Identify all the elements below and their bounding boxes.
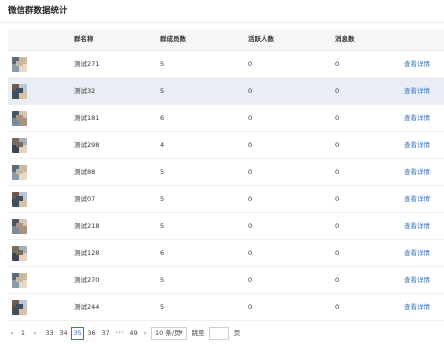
group-avatar bbox=[12, 138, 27, 153]
page-37[interactable]: 37 bbox=[99, 327, 112, 340]
title-divider bbox=[0, 22, 444, 23]
group-avatar bbox=[12, 192, 27, 207]
message-count: 0 bbox=[335, 168, 340, 176]
table-row[interactable]: 测试244 5 0 0 查看详情 bbox=[8, 294, 444, 321]
page: 微信群数据统计 群名称 群成员数 活跃人数 消息数 测试271 5 0 0 查看详情 测试… bbox=[0, 0, 444, 344]
group-name: 测试271 bbox=[74, 60, 100, 68]
message-count: 0 bbox=[335, 249, 340, 257]
table-row[interactable]: 测试298 4 0 0 查看详情 bbox=[8, 132, 444, 159]
member-count: 5 bbox=[160, 168, 165, 176]
page-size-select[interactable]: 10 条/页 ▼ bbox=[151, 327, 187, 340]
more-pages-ellipsis[interactable]: ••• bbox=[113, 327, 126, 340]
view-details-link[interactable]: 查看详情 bbox=[404, 78, 430, 104]
group-name: 测试88 bbox=[74, 168, 96, 176]
jump-page-input[interactable] bbox=[209, 327, 229, 340]
group-name: 测试32 bbox=[74, 87, 96, 95]
view-details-link[interactable]: 查看详情 bbox=[404, 294, 430, 320]
view-details-link[interactable]: 查看详情 bbox=[404, 267, 430, 293]
group-name: 测试270 bbox=[74, 276, 100, 284]
group-name: 测试298 bbox=[74, 141, 100, 149]
header-active-count: 活跃人数 bbox=[248, 35, 274, 43]
page-first[interactable]: 1 bbox=[18, 327, 28, 340]
group-name: 测试218 bbox=[74, 222, 100, 230]
table-row[interactable]: 测试88 5 0 0 查看详情 bbox=[8, 159, 444, 186]
page-size-value: 10 条/页 bbox=[155, 329, 181, 337]
page-34[interactable]: 34 bbox=[57, 327, 70, 340]
message-count: 0 bbox=[335, 222, 340, 230]
page-35-current[interactable]: 35 bbox=[71, 327, 84, 340]
group-name: 测试128 bbox=[74, 249, 100, 257]
active-count: 0 bbox=[248, 195, 253, 203]
group-name: 测试07 bbox=[74, 195, 96, 203]
active-count: 0 bbox=[248, 87, 253, 95]
page-last[interactable]: 49 bbox=[127, 327, 140, 340]
message-count: 0 bbox=[335, 114, 340, 122]
active-count: 0 bbox=[248, 276, 253, 284]
table-row[interactable]: 测试181 6 0 0 查看详情 bbox=[8, 105, 444, 132]
view-details-link[interactable]: 查看详情 bbox=[404, 159, 430, 185]
next-page-icon[interactable]: › bbox=[141, 327, 149, 340]
view-details-link[interactable]: 查看详情 bbox=[404, 105, 430, 131]
active-count: 0 bbox=[248, 114, 253, 122]
group-avatar bbox=[12, 273, 27, 288]
group-stats-table: 群名称 群成员数 活跃人数 消息数 测试271 5 0 0 查看详情 测试32 5 0 0 查看详… bbox=[8, 29, 444, 321]
active-count: 0 bbox=[248, 303, 253, 311]
active-count: 0 bbox=[248, 141, 253, 149]
member-count: 5 bbox=[160, 276, 165, 284]
group-avatar bbox=[12, 165, 27, 180]
group-avatar bbox=[12, 84, 27, 99]
page-title: 微信群数据统计 bbox=[8, 6, 68, 16]
member-count: 5 bbox=[160, 195, 165, 203]
active-count: 0 bbox=[248, 60, 253, 68]
group-avatar bbox=[12, 300, 27, 315]
table-header: 群名称 群成员数 活跃人数 消息数 bbox=[8, 29, 444, 51]
header-message-count: 消息数 bbox=[335, 35, 355, 43]
group-name: 测试181 bbox=[74, 114, 100, 122]
table-row[interactable]: 测试32 5 0 0 查看详情 bbox=[8, 78, 444, 105]
active-count: 0 bbox=[248, 249, 253, 257]
jump-to-label: 跳至 bbox=[191, 329, 205, 337]
active-count: 0 bbox=[248, 168, 253, 176]
table-row[interactable]: 测试128 6 0 0 查看详情 bbox=[8, 240, 444, 267]
member-count: 5 bbox=[160, 303, 165, 311]
member-count: 6 bbox=[160, 249, 165, 257]
table-row[interactable]: 测试07 5 0 0 查看详情 bbox=[8, 186, 444, 213]
view-details-link[interactable]: 查看详情 bbox=[404, 51, 430, 77]
page-33[interactable]: 33 bbox=[43, 327, 56, 340]
header-member-count: 群成员数 bbox=[160, 35, 186, 43]
view-details-link[interactable]: 查看详情 bbox=[404, 240, 430, 266]
member-count: 5 bbox=[160, 87, 165, 95]
message-count: 0 bbox=[335, 303, 340, 311]
group-name: 测试244 bbox=[74, 303, 100, 311]
table-body: 测试271 5 0 0 查看详情 测试32 5 0 0 查看详情 测试181 6 0 0 查看详情 测试298… bbox=[8, 51, 444, 321]
message-count: 0 bbox=[335, 195, 340, 203]
group-avatar bbox=[12, 57, 27, 72]
member-count: 5 bbox=[160, 222, 165, 230]
table-row[interactable]: 测试271 5 0 0 查看详情 bbox=[8, 51, 444, 78]
jump-back-icon[interactable]: « bbox=[30, 327, 40, 340]
message-count: 0 bbox=[335, 87, 340, 95]
member-count: 4 bbox=[160, 141, 165, 149]
table-row[interactable]: 测试270 5 0 0 查看详情 bbox=[8, 267, 444, 294]
page-36[interactable]: 36 bbox=[85, 327, 98, 340]
group-avatar bbox=[12, 111, 27, 126]
page-unit-label: 页 bbox=[233, 329, 241, 337]
member-count: 5 bbox=[160, 60, 165, 68]
view-details-link[interactable]: 查看详情 bbox=[404, 213, 430, 239]
member-count: 6 bbox=[160, 114, 165, 122]
table-row[interactable]: 测试218 5 0 0 查看详情 bbox=[8, 213, 444, 240]
chevron-down-icon: ▼ bbox=[179, 330, 183, 336]
active-count: 0 bbox=[248, 222, 253, 230]
group-avatar bbox=[12, 246, 27, 261]
view-details-link[interactable]: 查看详情 bbox=[404, 132, 430, 158]
message-count: 0 bbox=[335, 141, 340, 149]
prev-page-icon[interactable]: ‹ bbox=[8, 327, 16, 340]
header-group-name: 群名称 bbox=[74, 35, 94, 43]
message-count: 0 bbox=[335, 60, 340, 68]
message-count: 0 bbox=[335, 276, 340, 284]
group-avatar bbox=[12, 219, 27, 234]
view-details-link[interactable]: 查看详情 bbox=[404, 186, 430, 212]
